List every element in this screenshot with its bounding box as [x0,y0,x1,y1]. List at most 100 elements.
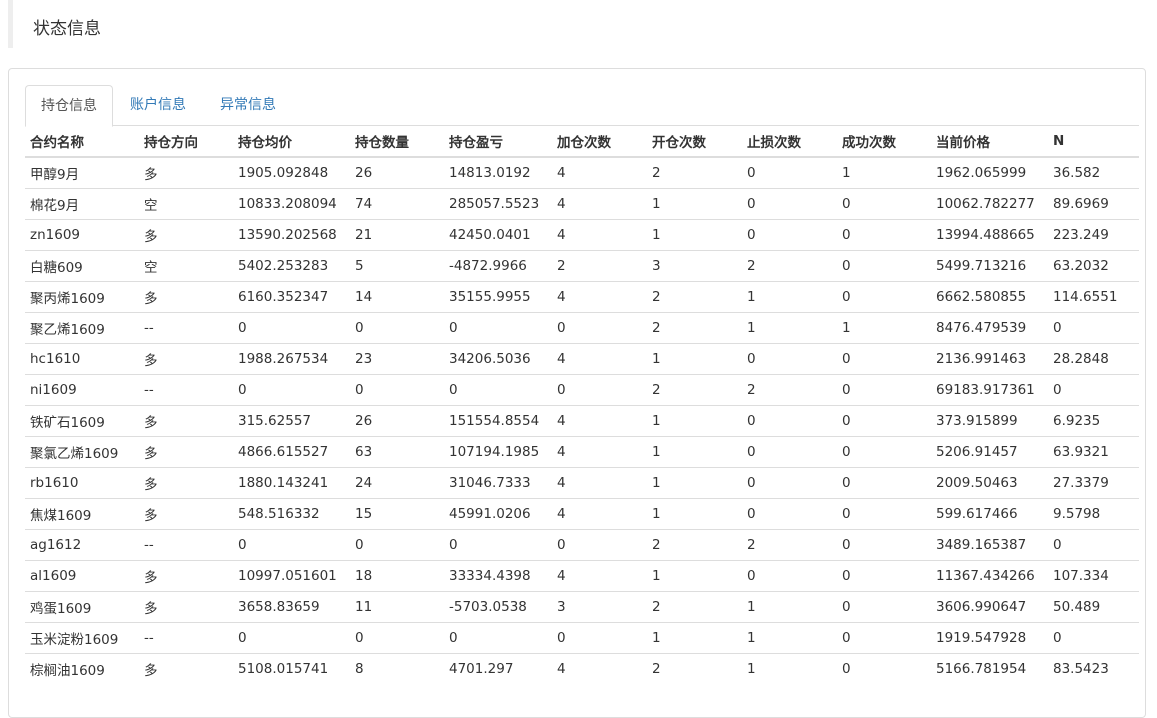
table-cell: 0 [837,188,931,220]
table-cell: 1 [842,165,851,181]
table-cell: 0 [233,312,350,344]
table-cell: 聚丙烯1609 [25,281,139,313]
table-cell: 0 [742,436,837,468]
table-cell: -4872.9966 [444,250,552,282]
table-cell: 1 [647,622,742,654]
table-cell: 42450.0401 [444,219,552,251]
table-cell: 74 [350,188,444,220]
table-cell: 14813.0192 [449,165,531,181]
table-cell: 焦煤1609 [25,498,139,530]
table-cell: 0 [742,188,837,220]
table-cell: 107194.1985 [444,436,552,468]
table-cell: 63.2032 [1048,250,1139,282]
table-cell: 聚氯乙烯1609 [25,436,139,468]
table-cell: 2 [647,591,742,623]
table-body: 甲醇9月多 1905.092848 26 14813.0192 4 2 0 1 1962.065… [25,157,1139,684]
column-header: 开仓次数 [647,126,742,158]
table-cell: 1 [647,498,742,530]
table-cell: 多 [139,560,233,592]
table-cell: 2 [647,529,742,561]
table-cell: 5206.91457 [931,436,1048,468]
table-cell: 4 [552,343,647,375]
table-cell: 棕榈油1609 [25,653,139,684]
table-row: 甲醇9月 多 1905.092848 26 14813.0192 4 2 0 1 1962.065… [25,157,1139,189]
table-cell: 0 [742,405,837,437]
table-cell: 6160.352347 [233,281,350,313]
table-cell: 1 [647,188,742,220]
table-header-row: 合约名称 持仓方向 持仓均价 持仓数量 持仓盈亏 加仓次数 开仓次数 止损次数 成功次数 当前价格… [25,126,1139,158]
table-cell: 0 [837,219,931,251]
table-cell: 89.6969 [1048,188,1139,220]
table-cell: 4866.615527 [233,436,350,468]
table-cell: -5703.0538 [444,591,552,623]
table-cell: 285057.5523 [444,188,552,220]
table-cell: 0 [233,374,350,406]
table-cell: 83.5423 [1048,653,1139,684]
table-cell: 548.516332 [233,498,350,530]
tab-exceptions[interactable]: 异常信息 [205,85,293,126]
table-cell: 69183.917361 [931,374,1048,406]
column-header: N [1048,126,1139,158]
positions-table: 合约名称 持仓方向 持仓均价 持仓数量 持仓盈亏 加仓次数 开仓次数 止损次数 成功次数 当前价格… [25,126,1139,684]
table-cell: 3606.990647 [931,591,1048,623]
table-row: 鸡蛋1609 多 3658.83659 11 -5703.0538 3 2 1 0 3606.99… [25,591,1139,623]
table-cell: 8 [350,653,444,684]
table-cell: 0 [233,529,350,561]
table-cell: 3489.165387 [931,529,1048,561]
table-cell: 315.62557 [233,405,350,437]
table-cell: 0 [233,622,350,654]
table-cell: 31046.7333 [444,467,552,499]
table-cell: 13590.202568 [233,219,350,251]
table-cell: 0 [1048,374,1139,406]
table-cell: 0 [742,343,837,375]
table-cell: 24 [350,467,444,499]
column-header: 成功次数 [837,126,931,158]
table-cell: 2 [652,165,661,181]
table-cell: 6.9235 [1048,405,1139,437]
table-row: 铁矿石1609 多 315.62557 26 151554.8554 4 1 0 0 373.91… [25,405,1139,437]
table-cell: 45991.0206 [444,498,552,530]
table-cell: 114.6551 [1048,281,1139,313]
table-row: 聚氯乙烯1609 多 4866.615527 63 107194.1985 4 1 0 0 520… [25,436,1139,468]
column-header: 持仓数量 [350,126,444,158]
table-cell: 50.489 [1048,591,1139,623]
table-cell: 34206.5036 [444,343,552,375]
table-cell: 多 [139,436,233,468]
table-cell: 4 [552,436,647,468]
table-cell: 373.915899 [931,405,1048,437]
table-cell: 11367.434266 [931,560,1048,592]
page-title: 状态信息 [33,19,101,39]
table-cell: 1 [742,591,837,623]
table-cell: 多 [139,653,233,684]
table-cell: 5 [350,250,444,282]
table-cell: 4 [552,653,647,684]
table-cell: 0 [837,281,931,313]
table-cell: 1 [837,312,931,344]
table-cell: 0 [1048,312,1139,344]
table-cell: 1905.092848 [238,165,329,181]
table-cell: 5402.253283 [233,250,350,282]
table-cell: 11 [350,591,444,623]
table-cell: 151554.8554 [444,405,552,437]
table-cell: 多 [139,467,233,499]
table-cell: 14 [350,281,444,313]
tab-positions[interactable]: 持仓信息 [25,85,113,127]
table-cell: 1962.065999 [936,165,1027,181]
table-cell: zn1609 [25,219,139,251]
table-row: 白糖609 空 5402.253283 5 -4872.9966 2 3 2 0 5499.713… [25,250,1139,282]
table-cell: 1919.547928 [931,622,1048,654]
table-cell: 599.617466 [931,498,1048,530]
tab-account[interactable]: 账户信息 [115,85,203,126]
table-cell: 4 [552,188,647,220]
table-cell: 1880.143241 [233,467,350,499]
table-cell: al1609 [25,560,139,592]
page-header: 状态信息 [8,0,1148,48]
table-cell: 1 [647,467,742,499]
table-cell: 0 [837,436,931,468]
table-cell: -- [139,374,233,406]
table-cell: 0 [444,622,552,654]
table-cell: 5166.781954 [931,653,1048,684]
table-cell: 1 [647,219,742,251]
table-cell: -- [139,622,233,654]
table-cell: 2 [647,281,742,313]
